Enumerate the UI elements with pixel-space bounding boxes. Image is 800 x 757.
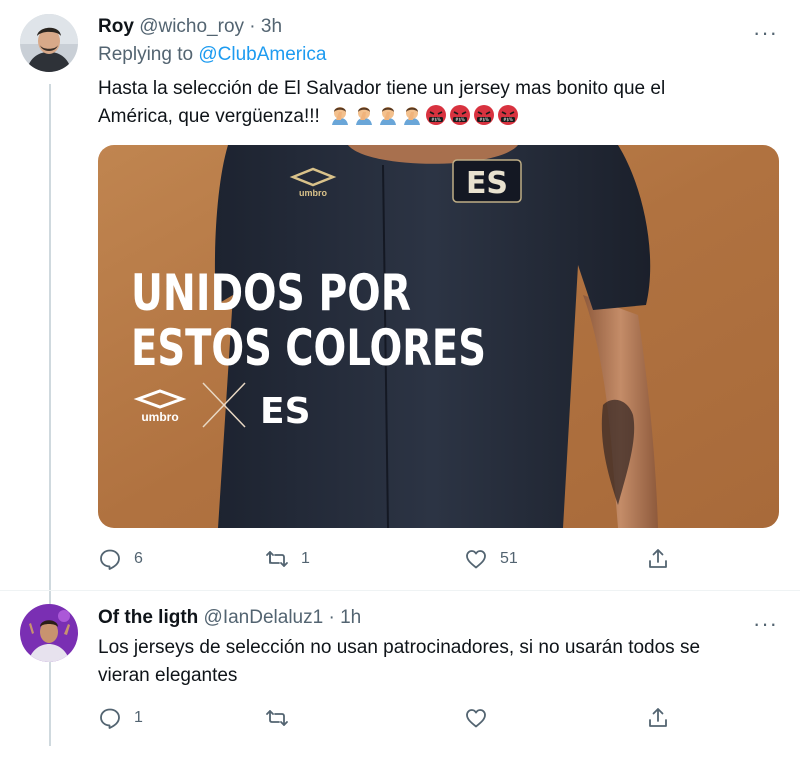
jersey-photo: umbro ES UNIDOS POR ESTOS COLORES umbro … (98, 145, 779, 528)
heart-icon (466, 709, 486, 728)
avatar-image (20, 14, 78, 72)
media-headline-line-2: ESTOS COLORES (131, 319, 486, 377)
cursing-face-icon: #$% (426, 105, 447, 125)
reply-button[interactable]: 1 (98, 706, 143, 730)
replying-to-label: Replying to (98, 44, 199, 65)
tweet-divider (0, 590, 800, 591)
avatar-image (20, 604, 78, 662)
media-headline-line-1: UNIDOS POR (131, 264, 411, 322)
like-count: 51 (500, 550, 518, 567)
man-facepalming-icon (404, 107, 421, 125)
cursing-face-icon: #$% (450, 105, 471, 125)
tweet-actions: 1 (98, 706, 678, 734)
reply-button[interactable]: 6 (98, 547, 143, 571)
tweet-text-line-2: América, que vergüenza!!! #$% #$% #$% #$… (98, 103, 665, 131)
tweet-text-line: Hasta la selección de El Salvador tiene … (98, 78, 666, 99)
tweet-header: Of the ligth @IanDelaluz1 · 1h (98, 607, 361, 629)
like-button[interactable]: 51 (464, 547, 518, 571)
avatar[interactable] (20, 604, 78, 662)
retweet-button[interactable]: 1 (265, 547, 310, 571)
share-icon (649, 708, 667, 727)
tweet-text-line: Los jerseys de selección no usan patroci… (98, 637, 701, 658)
mention-link[interactable]: @ClubAmerica (198, 44, 326, 65)
user-handle[interactable]: @IanDelaluz1 (204, 607, 324, 628)
retweet-count: 1 (301, 550, 310, 567)
timestamp[interactable]: 1h (340, 607, 361, 628)
tweet-text: Los jerseys de selección no usan patroci… (98, 634, 700, 690)
display-name[interactable]: Of the ligth (98, 607, 198, 628)
replying-to: Replying to @ClubAmerica (98, 44, 326, 66)
separator-dot: · (328, 607, 335, 628)
display-name[interactable]: Roy (98, 16, 134, 37)
like-button[interactable] (464, 706, 500, 730)
timestamp[interactable]: 3h (261, 16, 282, 37)
reply-icon (100, 708, 120, 729)
tweet-media-image[interactable]: umbro ES UNIDOS POR ESTOS COLORES umbro … (98, 145, 779, 528)
reply-count: 6 (134, 550, 143, 567)
retweet-button[interactable] (265, 706, 301, 730)
man-facepalming-icon (332, 107, 349, 125)
shirt-brand-text: umbro (299, 188, 328, 198)
retweet-icon (266, 551, 288, 567)
reply-count: 1 (134, 709, 143, 726)
cursing-face-icon: #$% (498, 105, 519, 125)
more-options-icon[interactable]: ··· (753, 613, 778, 635)
tweet-text-line: América, que vergüenza!!! (98, 106, 320, 127)
svg-text:#$%: #$% (455, 117, 465, 122)
shirt-crest-text: ES (466, 166, 508, 201)
umbro-label: umbro (141, 410, 178, 424)
tweet-text-line: vieran elegantes (98, 665, 238, 686)
emoji-row: #$% #$% #$% #$% (329, 104, 519, 126)
reply-icon (100, 549, 120, 570)
cursing-face-icon: #$% (474, 105, 495, 125)
svg-text:#$%: #$% (503, 117, 513, 122)
share-button[interactable] (646, 706, 670, 730)
separator-dot: · (249, 16, 256, 37)
share-icon (649, 549, 667, 568)
tweet-actions: 6 1 51 (98, 547, 678, 575)
man-facepalming-icon (380, 107, 397, 125)
retweet-icon (266, 710, 288, 726)
share-button[interactable] (646, 547, 670, 571)
es-logo-text: ES (260, 391, 311, 432)
shirt-es-crest: ES (452, 159, 522, 203)
user-handle[interactable]: @wicho_roy (139, 16, 244, 37)
svg-text:#$%: #$% (431, 117, 441, 122)
heart-icon (466, 550, 486, 569)
avatar[interactable] (20, 14, 78, 72)
more-options-icon[interactable]: ··· (753, 22, 778, 44)
tweet-header: Roy @wicho_roy · 3h (98, 16, 282, 38)
tweet-text: Hasta la selección de El Salvador tiene … (98, 75, 665, 131)
svg-text:#$%: #$% (479, 117, 489, 122)
man-facepalming-icon (356, 107, 373, 125)
